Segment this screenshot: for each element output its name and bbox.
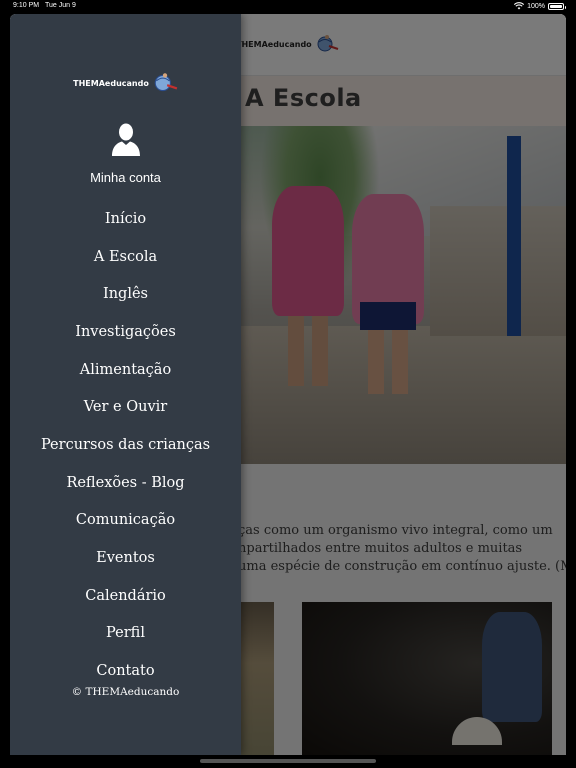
menu-item-ingles[interactable]: Inglês — [10, 275, 241, 313]
drawer-menu: Início A Escola Inglês Investigações Ali… — [10, 200, 241, 690]
drawer-logo[interactable]: THEMAeducando — [10, 72, 241, 94]
menu-item-inicio[interactable]: Início — [10, 200, 241, 238]
menu-item-comunicacao[interactable]: Comunicação — [10, 502, 241, 540]
drawer-logo-text: THEMAeducando — [73, 78, 149, 88]
copyright-text: © THEMAeducando — [71, 686, 180, 698]
app-window: THEMAeducando A Escola ças como um organ… — [10, 14, 566, 755]
my-account-link[interactable]: Minha conta — [10, 170, 241, 185]
menu-item-eventos[interactable]: Eventos — [10, 539, 241, 577]
menu-item-reflexoes-blog[interactable]: Reflexões - Blog — [10, 464, 241, 502]
battery-percent: 100% — [527, 2, 545, 10]
menu-item-ver-e-ouvir[interactable]: Ver e Ouvir — [10, 388, 241, 426]
side-drawer: THEMAeducando Minha conta Início A Escol… — [10, 14, 241, 755]
user-icon[interactable] — [111, 122, 141, 156]
menu-item-perfil[interactable]: Perfil — [10, 615, 241, 653]
battery-icon — [548, 2, 566, 10]
menu-item-contato[interactable]: Contato — [10, 652, 241, 690]
menu-item-alimentacao[interactable]: Alimentação — [10, 351, 241, 389]
status-date: Tue Jun 9 — [45, 2, 76, 9]
menu-item-investigacoes[interactable]: Investigações — [10, 313, 241, 351]
logo-icon — [154, 73, 178, 92]
wifi-icon — [514, 2, 525, 10]
status-bar: 9:10 PM Tue Jun 9 100% — [0, 0, 576, 14]
menu-item-calendario[interactable]: Calendário — [10, 577, 241, 615]
status-right: 100% — [514, 2, 566, 10]
menu-item-percursos[interactable]: Percursos das crianças — [10, 426, 241, 464]
status-time: 9:10 PM — [13, 2, 40, 9]
menu-item-a-escola[interactable]: A Escola — [10, 238, 241, 276]
home-indicator[interactable] — [200, 759, 376, 763]
